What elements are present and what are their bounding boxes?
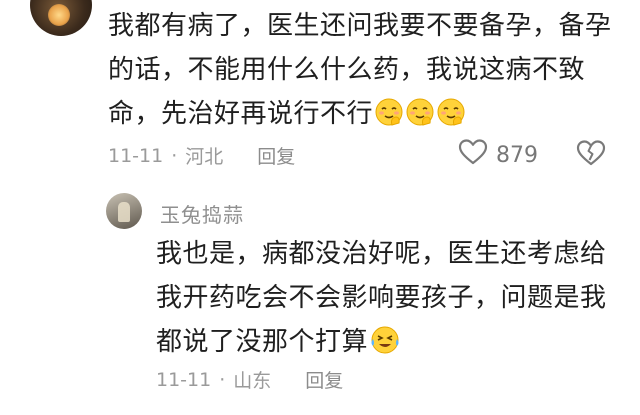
meta-separator: · [171, 144, 178, 167]
smiling-face-with-hand-emoji-icon [436, 97, 466, 141]
smiling-face-with-hand-emoji-icon [405, 97, 435, 141]
heart-outline-icon [458, 138, 488, 172]
comment-location: 河北 [185, 146, 224, 168]
comment-body: 我都有病了，医生还问我要不要备孕，备孕的话，不能用什么什么药，我说这病不致命，先… [108, 4, 628, 141]
comment-text: 我都有病了，医生还问我要不要备孕，备孕的话，不能用什么什么药，我说这病不致命，先… [108, 11, 612, 129]
comment-reply-button[interactable]: 回复 [257, 142, 295, 169]
reply-body: 我也是，病都没治好呢，医生还考虑给我开药吃会不会影响要孩子，问题是我都说了没那个… [156, 232, 626, 369]
reply-username[interactable]: 玉兔捣蒜 [160, 199, 244, 228]
comment-avatar[interactable] [30, 0, 92, 36]
comment-date: 11-11 [108, 144, 164, 167]
smiling-face-with-hand-emoji-icon [374, 97, 404, 141]
like-button[interactable]: 879 [458, 138, 538, 172]
avatar-sunset-decoration [48, 4, 70, 26]
reply-location: 山东 [233, 370, 272, 392]
reply-avatar[interactable] [106, 193, 142, 229]
reply-meta: 11-11 · 山东 回复 [156, 366, 343, 393]
dislike-button[interactable] [576, 139, 606, 171]
comment-meta: 11-11 · 河北 回复 [108, 142, 295, 169]
like-count: 879 [496, 142, 538, 168]
broken-heart-icon [576, 140, 606, 171]
reply-reply-button[interactable]: 回复 [305, 366, 343, 393]
crying-smile-face-emoji-icon [369, 325, 401, 369]
avatar-figure-decoration [118, 202, 130, 222]
meta-separator: · [219, 368, 226, 391]
reply-date: 11-11 [156, 368, 212, 391]
